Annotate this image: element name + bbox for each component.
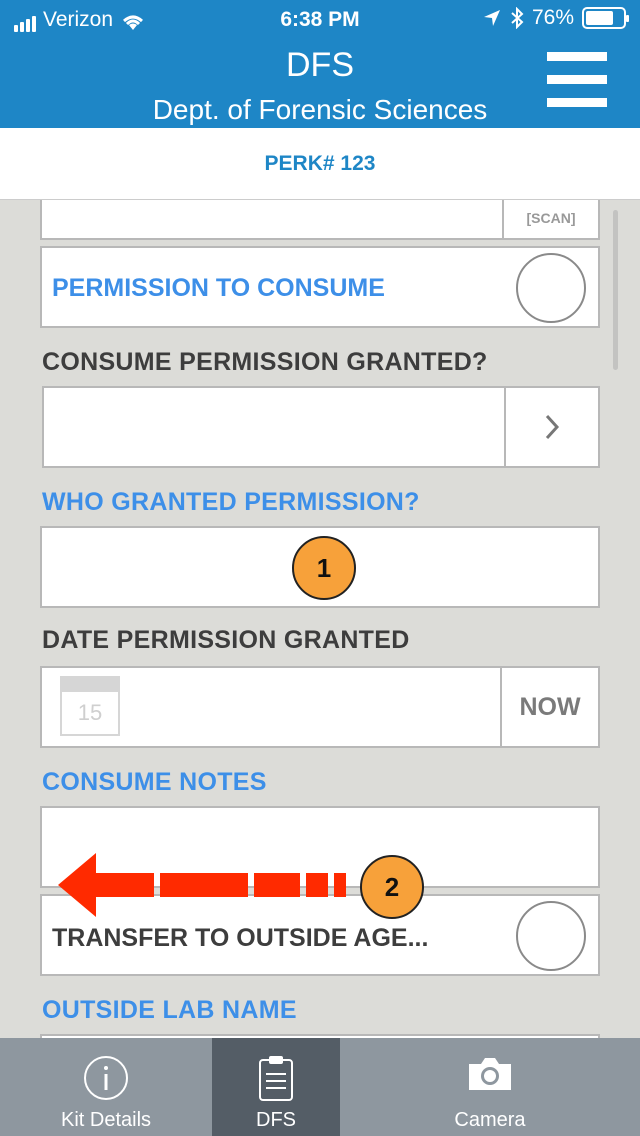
clipboard-icon: [259, 1056, 293, 1101]
consume-permission-select[interactable]: [42, 386, 600, 468]
app-header: Verizon 6:38 PM 76% DFS Dept. of Forensi…: [0, 0, 640, 128]
calendar-icon[interactable]: 15: [60, 676, 120, 736]
barcode-field[interactable]: [SCAN]: [40, 200, 600, 240]
transfer-outside-toggle[interactable]: [516, 901, 586, 971]
tab-dfs[interactable]: DFS: [212, 1038, 340, 1136]
calendar-day: 15: [77, 700, 103, 725]
camera-icon: [469, 1058, 511, 1090]
permission-to-consume-label: PERMISSION TO CONSUME: [52, 274, 385, 302]
scroll-indicator[interactable]: [613, 210, 618, 370]
permission-to-consume-row[interactable]: PERMISSION TO CONSUME: [40, 246, 600, 328]
consume-notes-label: CONSUME NOTES: [42, 768, 267, 796]
now-button-label: NOW: [519, 692, 581, 721]
app-title: DFS: [286, 46, 354, 84]
tab-camera[interactable]: Camera: [340, 1038, 640, 1136]
battery-percent: 76%: [531, 6, 574, 29]
location-arrow-icon: [483, 10, 500, 26]
menu-icon[interactable]: [547, 52, 607, 116]
form-scroll-area[interactable]: [SCAN] PERMISSION TO CONSUME CONSUME PER…: [0, 200, 640, 1038]
tab-dfs-label: DFS: [256, 1109, 296, 1131]
tab-camera-label: Camera: [454, 1109, 526, 1131]
scan-button[interactable]: [SCAN]: [502, 200, 598, 238]
chevron-right-icon: [545, 414, 560, 440]
who-granted-label: WHO GRANTED PERMISSION?: [42, 488, 420, 516]
now-button[interactable]: NOW: [500, 668, 598, 746]
status-right: 76%: [482, 6, 629, 30]
chevron-right-button[interactable]: [504, 388, 598, 466]
bluetooth-icon: [511, 7, 524, 29]
info-icon: [84, 1056, 128, 1100]
permission-to-consume-toggle[interactable]: [516, 253, 586, 323]
swipe-left-arrow-icon: [58, 853, 346, 917]
annotation-badge-2: 2: [360, 855, 424, 919]
battery-fill: [586, 11, 614, 25]
perk-number: PERK# 123: [0, 128, 640, 200]
tab-kit-details-label: Kit Details: [60, 1109, 152, 1131]
tab-kit-details[interactable]: Kit Details: [0, 1038, 212, 1136]
app-subtitle: Dept. of Forensic Sciences: [152, 94, 488, 125]
transfer-outside-label: TRANSFER TO OUTSIDE AGE...: [52, 924, 429, 952]
consume-permission-granted-label: CONSUME PERMISSION GRANTED?: [42, 348, 488, 376]
outside-lab-name-label: OUTSIDE LAB NAME: [42, 996, 297, 1024]
date-permission-label: DATE PERMISSION GRANTED: [42, 626, 410, 654]
scan-label: [SCAN]: [526, 210, 576, 226]
annotation-badge-1: 1: [292, 536, 356, 600]
date-permission-field[interactable]: 15 NOW: [40, 666, 600, 748]
status-bar: Verizon 6:38 PM 76%: [0, 6, 640, 36]
tab-bar: Kit Details DFS Camera: [0, 1038, 640, 1136]
battery-icon: [582, 7, 629, 29]
